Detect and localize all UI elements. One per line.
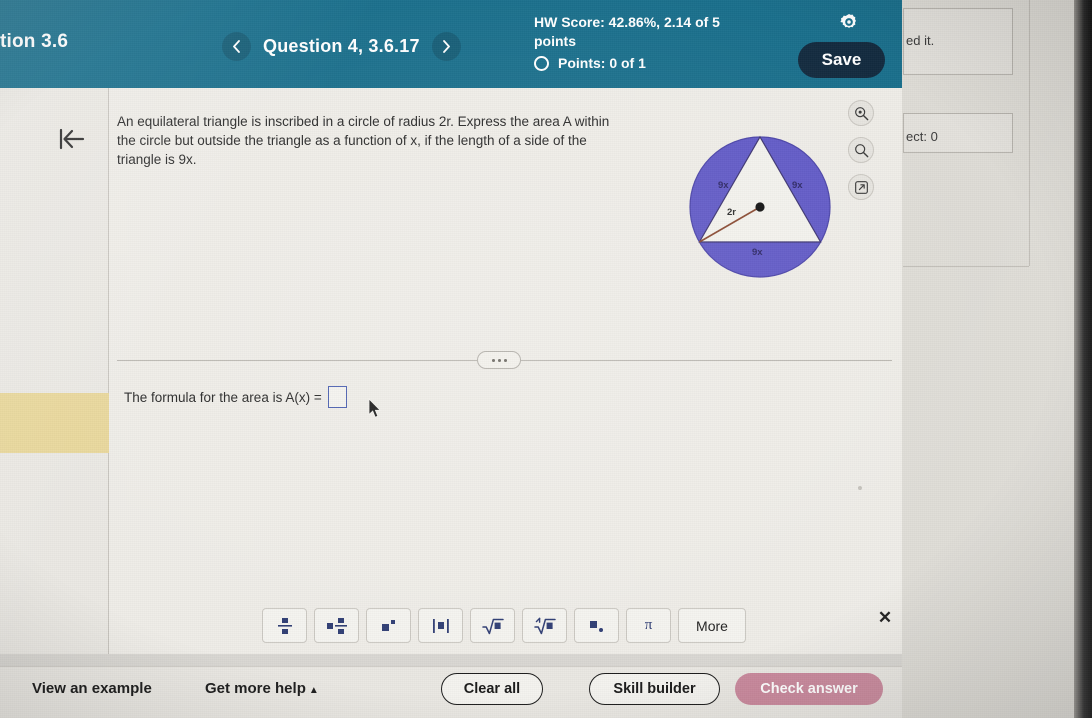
zoom-in-icon — [854, 106, 868, 120]
back-to-start-button[interactable] — [56, 126, 86, 152]
zoom-in-button[interactable] — [848, 100, 874, 126]
more-keys-button[interactable]: More — [678, 608, 746, 643]
previous-question-button[interactable] — [222, 32, 251, 61]
geometry-figure: 9x 9x 9x 2r — [683, 130, 837, 284]
subscript-key[interactable] — [574, 608, 619, 643]
app-window: tion 3.6 Question 4, 3.6.17 HW Score: 42… — [0, 0, 902, 718]
hw-score-text: HW Score: 42.86%, 2.14 of 5 points — [534, 14, 720, 49]
question-body: An equilateral triangle is inscribed in … — [0, 88, 902, 654]
question-navigator: Question 4, 3.6.17 — [222, 32, 461, 61]
pi-key[interactable]: π — [626, 608, 671, 643]
collapse-toggle-button[interactable] — [477, 351, 521, 369]
absolute-value-icon — [432, 618, 449, 633]
get-more-help-link[interactable]: Get more help ▲ — [205, 680, 319, 697]
chevron-left-icon — [233, 40, 240, 53]
question-text: An equilateral triangle is inscribed in … — [117, 114, 610, 167]
settings-button[interactable] — [838, 11, 860, 33]
answer-row: The formula for the area is A(x) = — [124, 386, 347, 408]
square-root-icon — [481, 618, 504, 634]
score-block: HW Score: 42.86%, 2.14 of 5 points Point… — [534, 13, 774, 71]
points-row: Points: 0 of 1 — [534, 55, 774, 71]
absolute-value-key[interactable] — [418, 608, 463, 643]
nth-root-key[interactable] — [522, 608, 567, 643]
left-rail — [0, 88, 109, 654]
magnifier-icon — [854, 143, 868, 157]
background-text-fragment-two: ect: 0 — [906, 129, 938, 144]
question-label: Question 4, 3.6.17 — [263, 36, 420, 56]
get-more-help-label: Get more help — [205, 680, 306, 697]
background-horizontal-rule — [903, 266, 1029, 267]
center-point-dot — [755, 202, 765, 212]
mixed-number-key[interactable] — [314, 608, 359, 643]
mixed-number-icon — [326, 617, 347, 634]
chevron-right-icon — [442, 40, 450, 53]
rail-highlight-band — [0, 393, 109, 453]
math-key-row: π More — [262, 608, 746, 643]
answer-input[interactable] — [327, 386, 347, 408]
back-to-start-icon — [59, 128, 85, 150]
subscript-icon — [589, 620, 603, 632]
mouse-cursor — [368, 398, 382, 419]
ellipsis-dot — [503, 358, 507, 362]
background-window: ed it. ect: 0 — [886, 0, 1092, 718]
radius-label: 2r — [727, 207, 736, 218]
answer-prompt: The formula for the area is A(x) = — [124, 389, 322, 405]
exponent-icon — [381, 619, 395, 631]
view-example-link[interactable]: View an example — [32, 680, 152, 697]
bottom-action-bar: View an example Get more help ▲ Clear all… — [0, 666, 902, 718]
ellipsis-dot — [491, 358, 495, 362]
side-label-bottom: 9x — [752, 247, 763, 258]
background-text-fragment-one: ed it. — [906, 33, 935, 48]
section-divider — [117, 350, 892, 370]
close-toolbar-button[interactable]: ✕ — [874, 607, 896, 629]
open-in-new-window-button[interactable] — [848, 174, 874, 200]
side-label-right: 9x — [792, 180, 803, 191]
square-root-key[interactable] — [470, 608, 515, 643]
clear-all-button[interactable]: Clear all — [441, 673, 543, 705]
figure-tools — [848, 100, 874, 200]
question-content: An equilateral triangle is inscribed in … — [110, 88, 902, 654]
screen-speck — [858, 486, 862, 490]
side-label-left: 9x — [718, 180, 729, 191]
app-header: tion 3.6 Question 4, 3.6.17 HW Score: 42… — [0, 0, 902, 88]
points-status-icon — [534, 55, 549, 71]
fraction-key[interactable] — [262, 608, 307, 643]
save-button[interactable]: Save — [798, 42, 885, 78]
fraction-icon — [277, 617, 292, 634]
ellipsis-dot — [497, 358, 501, 362]
screen-bezel-edge — [1074, 0, 1092, 718]
next-question-button[interactable] — [431, 32, 461, 61]
background-vertical-rule — [1029, 0, 1030, 266]
skill-builder-button[interactable]: Skill builder — [589, 673, 720, 705]
nth-root-icon — [533, 617, 556, 634]
points-text: Points: 0 of 1 — [558, 55, 646, 71]
gear-icon — [840, 14, 856, 28]
caret-up-icon: ▲ — [308, 685, 319, 696]
exponent-key[interactable] — [366, 608, 411, 643]
check-answer-button[interactable]: Check answer — [735, 673, 883, 705]
cursor-arrow-icon — [368, 398, 381, 418]
magnifier-button[interactable] — [848, 137, 874, 163]
section-title: tion 3.6 — [0, 31, 69, 52]
screenshot-root: ed it. ect: 0 tion 3.6 Question 4, 3.6.1… — [0, 0, 1092, 718]
external-link-icon — [854, 180, 868, 194]
inscribed-triangle-diagram: 9x 9x 9x 2r — [689, 135, 831, 278]
